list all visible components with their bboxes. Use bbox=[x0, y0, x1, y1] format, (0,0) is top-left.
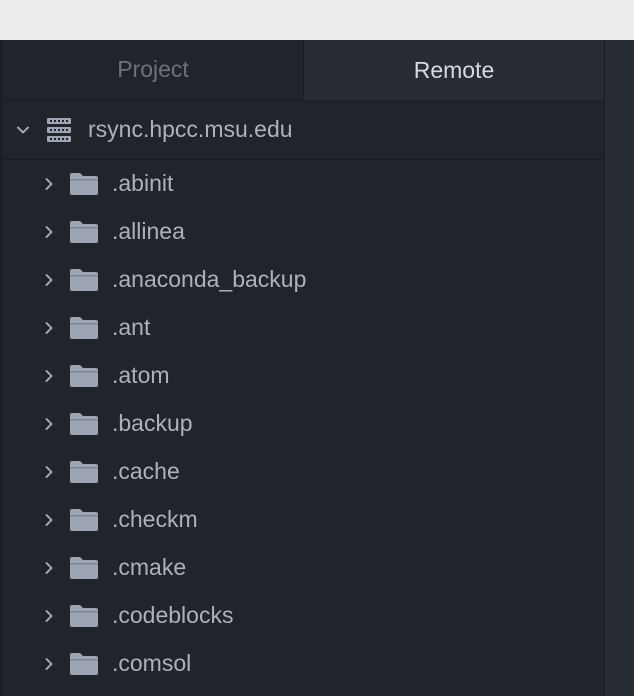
folder-icon bbox=[69, 604, 99, 628]
folder-icon bbox=[69, 652, 99, 676]
folder-label: .atom bbox=[112, 362, 170, 388]
folder-row-atom[interactable]: .atom bbox=[3, 352, 604, 400]
folder-label: .comsol bbox=[112, 650, 192, 676]
folder-icon bbox=[69, 412, 99, 436]
editor-edge bbox=[604, 40, 634, 696]
window-top-strip bbox=[0, 0, 634, 40]
folder-label: .backup bbox=[112, 410, 193, 436]
tree-root-label: rsync.hpcc.msu.edu bbox=[88, 116, 293, 142]
folder-label: .allinea bbox=[112, 218, 185, 244]
folder-icon bbox=[69, 508, 99, 532]
folder-row-abinit[interactable]: .abinit bbox=[3, 160, 604, 208]
chevron-right-icon[interactable] bbox=[42, 225, 56, 239]
chevron-right-icon[interactable] bbox=[42, 417, 56, 431]
folder-label: .checkm bbox=[112, 506, 198, 532]
chevron-right-icon[interactable] bbox=[42, 369, 56, 383]
folder-icon bbox=[69, 316, 99, 340]
folder-label: .cache bbox=[112, 458, 180, 484]
chevron-right-icon[interactable] bbox=[42, 657, 56, 671]
folder-row-anaconda-backup[interactable]: .anaconda_backup bbox=[3, 256, 604, 304]
folder-icon bbox=[69, 220, 99, 244]
chevron-down-icon[interactable] bbox=[16, 123, 30, 137]
chevron-right-icon[interactable] bbox=[42, 513, 56, 527]
folder-icon bbox=[69, 556, 99, 580]
folder-row-cmake[interactable]: .cmake bbox=[3, 544, 604, 592]
folder-icon bbox=[69, 364, 99, 388]
folder-row-allinea[interactable]: .allinea bbox=[3, 208, 604, 256]
chevron-right-icon[interactable] bbox=[42, 321, 56, 335]
server-icon bbox=[46, 117, 72, 143]
folder-icon bbox=[69, 172, 99, 196]
folder-label: .codeblocks bbox=[112, 602, 234, 628]
folder-label: .ant bbox=[112, 314, 151, 340]
folder-row-checkm[interactable]: .checkm bbox=[3, 496, 604, 544]
chevron-right-icon[interactable] bbox=[42, 273, 56, 287]
tree-view-panel: Project Remote rsync.hpcc.msu.edu .abini… bbox=[3, 40, 604, 696]
folder-label: .cmake bbox=[112, 554, 187, 580]
chevron-right-icon[interactable] bbox=[42, 561, 56, 575]
tab-project[interactable]: Project bbox=[3, 40, 304, 100]
folder-row-backup[interactable]: .backup bbox=[3, 400, 604, 448]
folder-label: .anaconda_backup bbox=[112, 266, 307, 292]
folder-icon bbox=[69, 460, 99, 484]
chevron-right-icon[interactable] bbox=[42, 177, 56, 191]
remote-file-tree: rsync.hpcc.msu.edu .abinit .allinea .ana… bbox=[3, 100, 604, 688]
chevron-right-icon[interactable] bbox=[42, 609, 56, 623]
tree-root-row[interactable]: rsync.hpcc.msu.edu bbox=[3, 100, 604, 160]
panel-tabs: Project Remote bbox=[3, 40, 604, 100]
folder-label: .abinit bbox=[112, 170, 174, 196]
folder-row-codeblocks[interactable]: .codeblocks bbox=[3, 592, 604, 640]
folder-list: .abinit .allinea .anaconda_backup .ant .… bbox=[3, 160, 604, 688]
folder-icon bbox=[69, 268, 99, 292]
folder-row-cache[interactable]: .cache bbox=[3, 448, 604, 496]
folder-row-comsol[interactable]: .comsol bbox=[3, 640, 604, 688]
chevron-right-icon[interactable] bbox=[42, 465, 56, 479]
folder-row-ant[interactable]: .ant bbox=[3, 304, 604, 352]
tab-remote[interactable]: Remote bbox=[304, 40, 604, 100]
